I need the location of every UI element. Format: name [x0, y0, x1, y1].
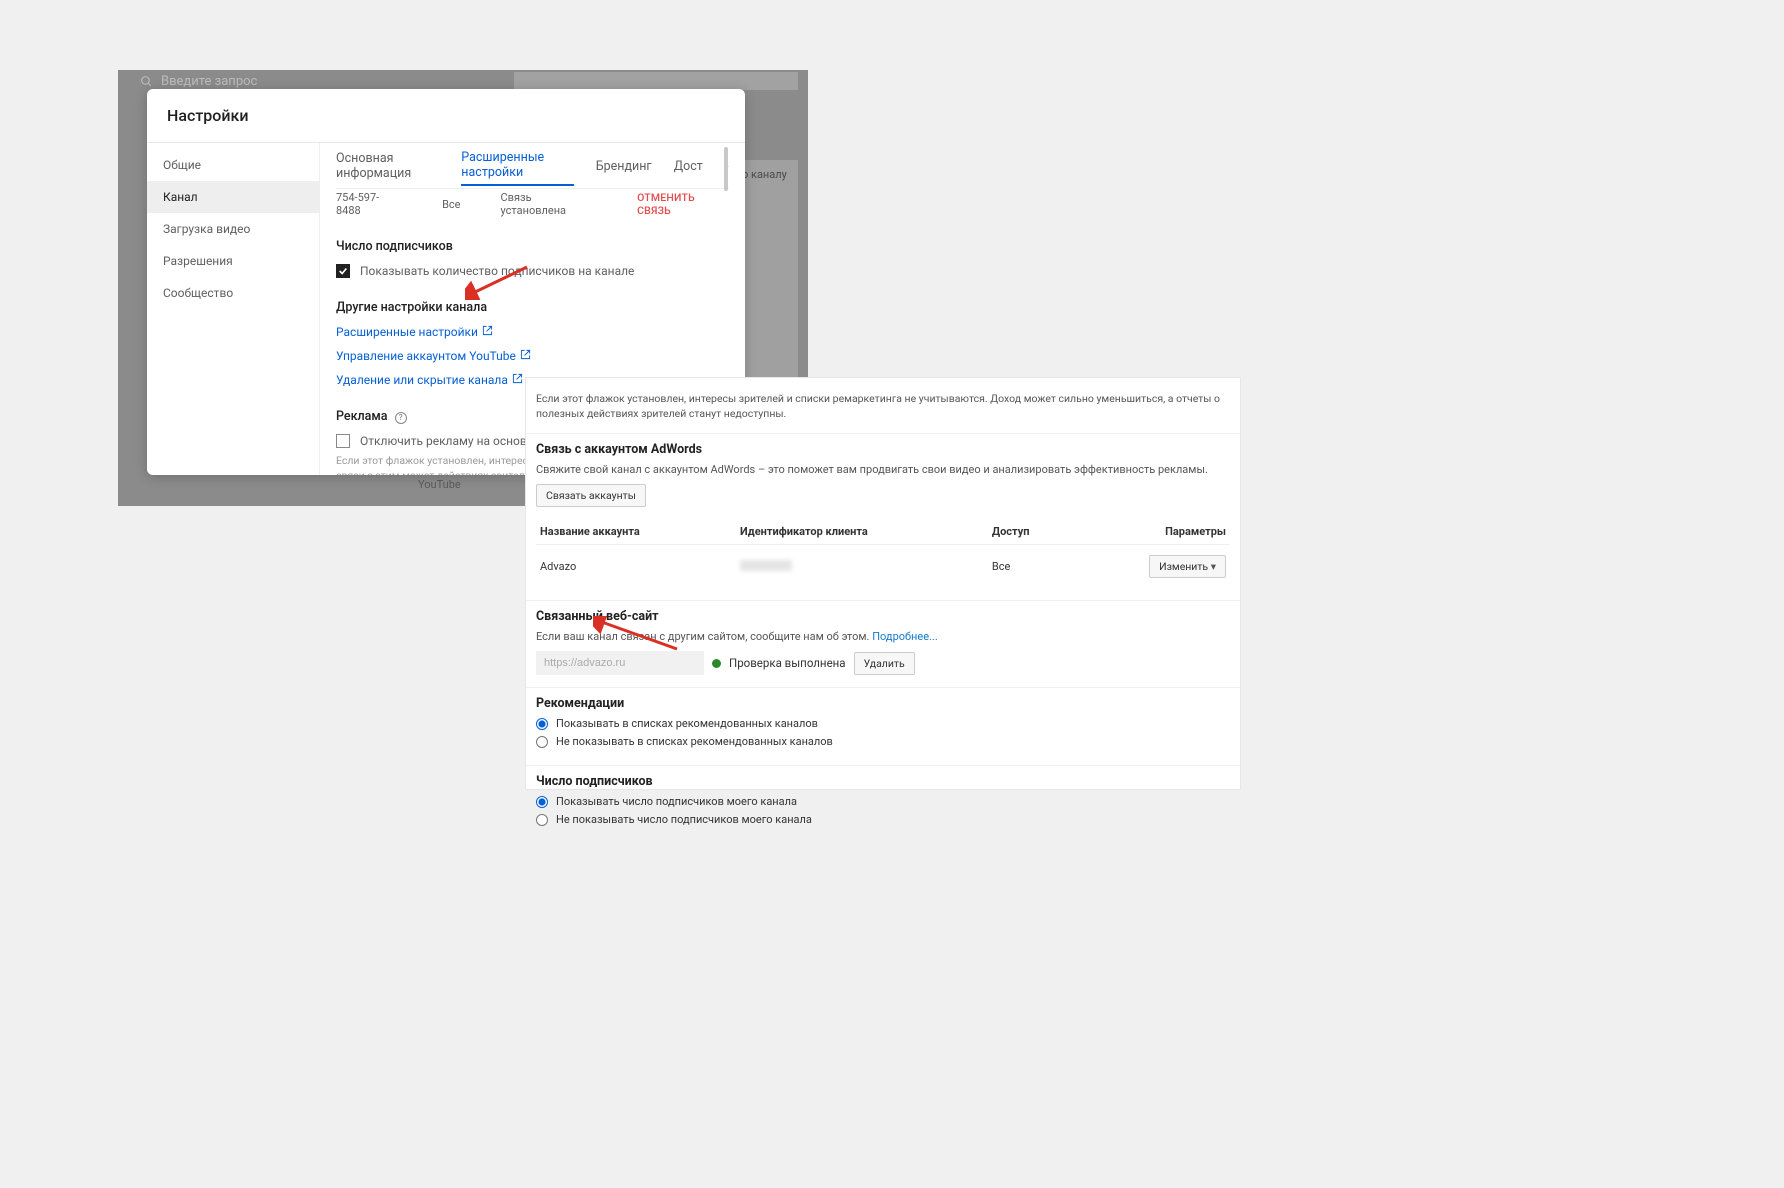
modal-title: Настройки [147, 89, 745, 143]
link-accounts-button[interactable]: Связать аккаунты [536, 484, 646, 507]
checkbox-disable-ads-label: Отключить рекламу на основе ин [360, 434, 550, 448]
top-fine-print: Если этот флажок установлен, интересы зр… [536, 392, 1230, 421]
site-url-input[interactable] [536, 651, 704, 675]
subs-heading: Число подписчиков [536, 774, 1230, 789]
col-account-name: Название аккаунта [536, 519, 736, 545]
cell-client-id [736, 545, 988, 589]
tab-branding[interactable]: Брендинг [596, 155, 652, 178]
access-all: Все [442, 198, 460, 211]
cell-access: Все [988, 545, 1073, 589]
linked-phone-row: 754-597-8488 Все Связь установлена ОТМЕН… [336, 191, 729, 217]
other-settings-heading: Другие настройки канала [336, 300, 729, 315]
checkbox-disable-ads[interactable] [336, 434, 350, 448]
sidebar-item-channel[interactable]: Канал [147, 181, 319, 213]
recommendations-heading: Рекомендации [536, 696, 1230, 711]
phone-number: 754-597-8488 [336, 191, 402, 217]
radio-reco-hide[interactable] [536, 736, 548, 748]
sidebar-item-upload[interactable]: Загрузка видео [147, 213, 319, 245]
modal-sidebar: Общие Канал Загрузка видео Разрешения Со… [147, 143, 319, 475]
col-params: Параметры [1072, 519, 1230, 545]
link-manage-account[interactable]: Управление аккаунтом YouTube [336, 349, 729, 363]
tab-basic-info[interactable]: Основная информация [336, 147, 439, 185]
tab-access[interactable]: Дост [674, 155, 703, 178]
radio-subs-show[interactable] [536, 796, 548, 808]
cell-account-name: Advazo [536, 545, 736, 589]
bg-search-hint: Введите запрос [140, 74, 257, 89]
reco-opt-show[interactable]: Показывать в списках рекомендованных кан… [536, 717, 1230, 730]
adwords-accounts-table: Название аккаунта Идентификатор клиента … [536, 519, 1230, 588]
subs-opt-hide[interactable]: Не показывать число подписчиков моего ка… [536, 813, 1230, 826]
bg-youtube-label: YouTube [418, 478, 461, 491]
adwords-heading: Связь с аккаунтом AdWords [536, 442, 1230, 457]
subscribers-heading: Число подписчиков [336, 239, 729, 254]
verified-label: Проверка выполнена [729, 656, 846, 670]
external-link-icon [512, 373, 523, 387]
tabs: Основная информация Расширенные настройк… [336, 143, 729, 189]
sidebar-item-general[interactable]: Общие [147, 149, 319, 181]
annotation-arrow-1 [465, 264, 530, 300]
advanced-settings-panel: Если этот флажок установлен, интересы зр… [525, 377, 1241, 790]
external-link-icon [482, 325, 493, 339]
status-dot-icon [712, 659, 721, 668]
learn-more-link[interactable]: Подробнее... [872, 630, 938, 643]
help-icon[interactable]: ? [395, 412, 407, 424]
radio-subs-hide[interactable] [536, 814, 548, 826]
reco-opt-hide[interactable]: Не показывать в списках рекомендованных … [536, 735, 1230, 748]
col-client-id: Идентификатор клиента [736, 519, 988, 545]
annotation-arrow-2 [593, 616, 680, 652]
tab-advanced[interactable]: Расширенные настройки [461, 146, 573, 186]
checkbox-show-subs[interactable] [336, 264, 350, 278]
external-link-icon [520, 349, 531, 363]
adwords-sub: Свяжите свой канал с аккаунтом AdWords –… [536, 463, 1230, 476]
link-status: Связь установлена [501, 191, 598, 217]
bg-toolbar-strip [514, 72, 798, 90]
scrollbar-thumb[interactable] [724, 147, 728, 191]
sidebar-item-community[interactable]: Сообщество [147, 277, 319, 309]
link-advanced-settings[interactable]: Расширенные настройки [336, 325, 729, 339]
radio-reco-show[interactable] [536, 718, 548, 730]
table-row: Advazo Все Изменить [536, 545, 1230, 589]
sidebar-item-permissions[interactable]: Разрешения [147, 245, 319, 277]
col-access: Доступ [988, 519, 1073, 545]
cancel-link-button[interactable]: ОТМЕНИТЬ СВЯЗЬ [637, 191, 729, 217]
linked-site-sub: Если ваш канал связан с другим сайтом, с… [536, 630, 869, 643]
delete-site-button[interactable]: Удалить [854, 652, 915, 675]
edit-button[interactable]: Изменить [1149, 555, 1226, 578]
subs-opt-show[interactable]: Показывать число подписчиков моего канал… [536, 795, 1230, 808]
